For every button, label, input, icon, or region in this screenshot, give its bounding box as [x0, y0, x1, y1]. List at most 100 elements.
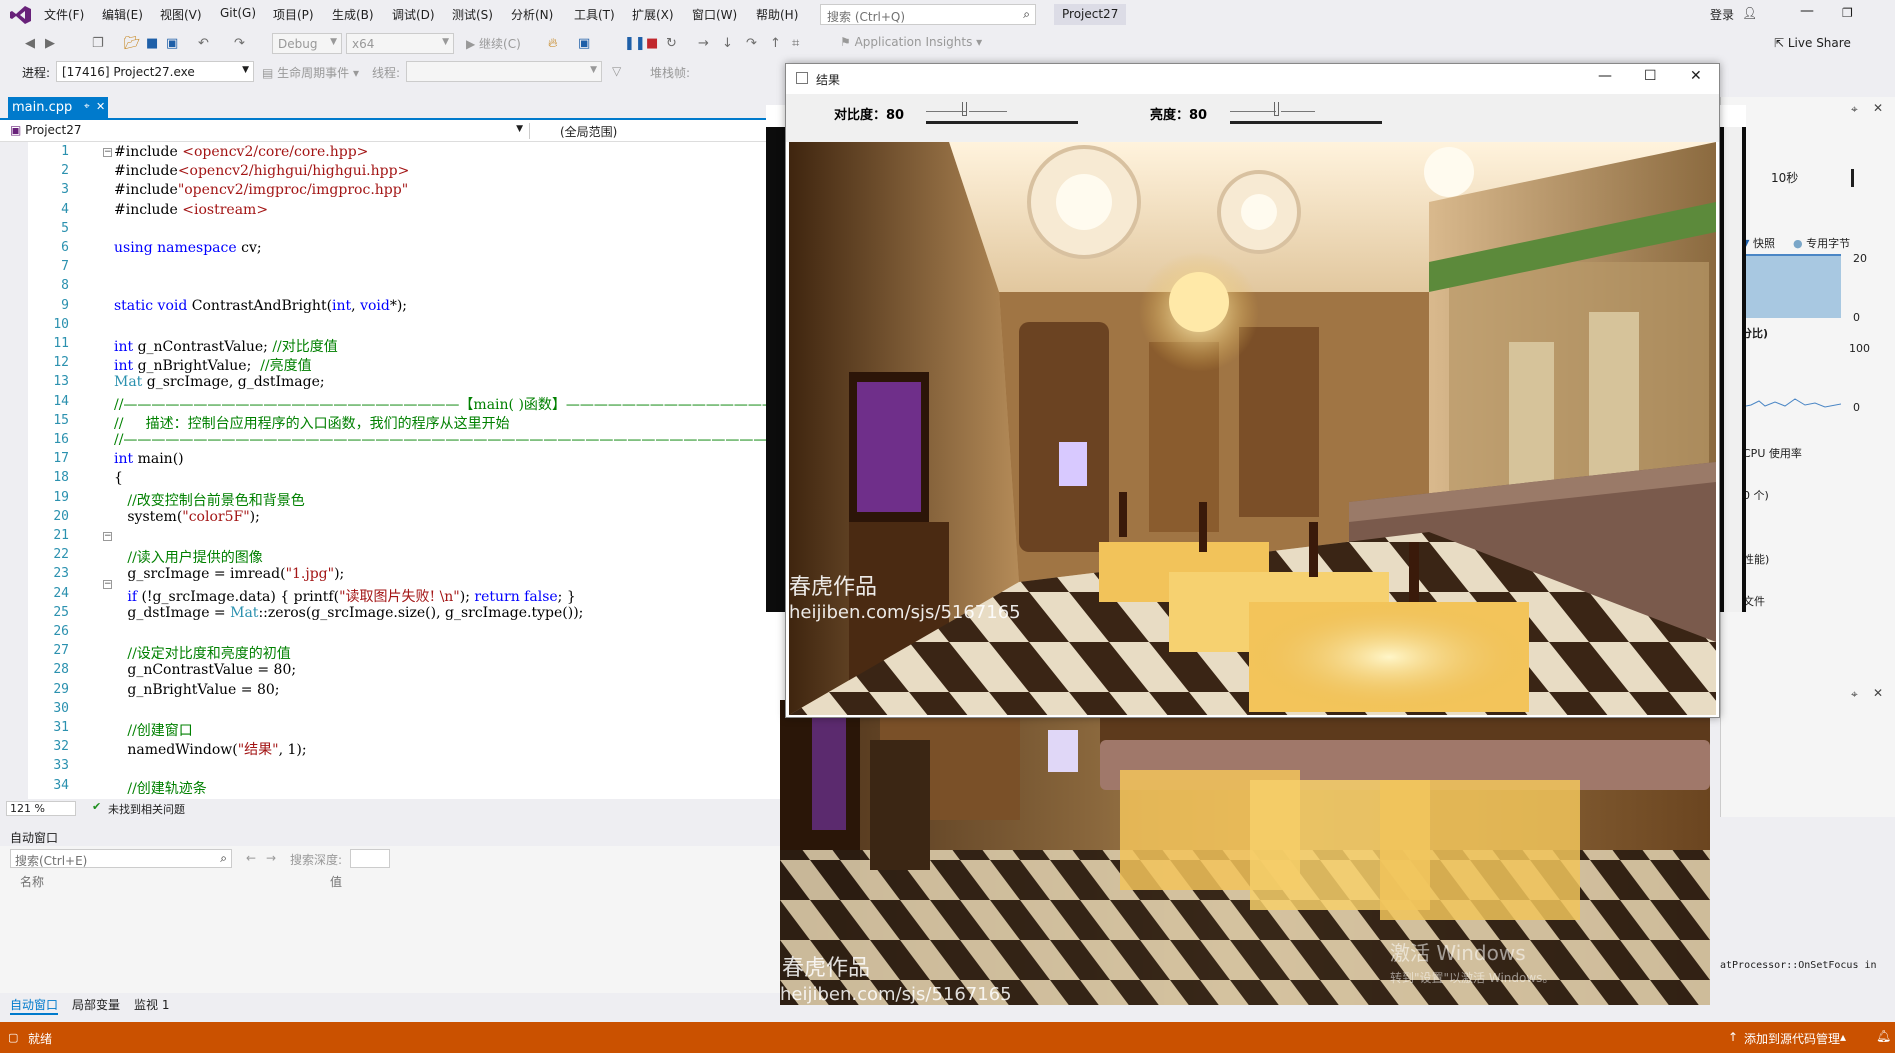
menu-git[interactable]: Git(G): [220, 6, 256, 20]
code-line[interactable]: g_dstImage = Mat::zeros(g_srcImage.size(…: [114, 605, 583, 621]
code-line[interactable]: // 描述：控制台应用程序的入口函数，我们的程序从这里开始: [114, 413, 510, 433]
account-icon[interactable]: 👤︎: [1742, 6, 1757, 20]
code-line[interactable]: //读入用户提供的图像: [114, 547, 262, 567]
zoom-combo[interactable]: 121 %: [6, 801, 76, 816]
show-next-statement-icon[interactable]: →: [698, 36, 709, 51]
save-all-icon[interactable]: ▣: [166, 36, 178, 51]
column-value[interactable]: 值: [330, 873, 342, 890]
chevron-up-icon[interactable]: ▴: [1840, 1030, 1846, 1044]
pin-icon[interactable]: ⌖: [84, 101, 90, 112]
menu-view[interactable]: 视图(V): [160, 6, 202, 23]
code-editor[interactable]: 1 2 3 4 5 6 7 8 9 10 11 12 13 14 15 16 17 18 19 20 21 22 23 24 2…: [0, 142, 790, 799]
code-line[interactable]: g_nBrightValue = 80;: [114, 682, 279, 698]
forward-icon[interactable]: →: [266, 851, 276, 865]
menu-test[interactable]: 测试(S): [452, 6, 493, 23]
fold-toggle[interactable]: −: [103, 532, 112, 541]
menu-analyze[interactable]: 分析(N): [511, 6, 553, 23]
code-line[interactable]: int g_nBrightValue; //亮度值: [114, 355, 312, 375]
pause-icon[interactable]: ❚❚: [624, 36, 646, 51]
maximize-icon[interactable]: ☐: [1644, 68, 1657, 84]
cpu-usage-tab[interactable]: CPU 使用率: [1743, 445, 1802, 461]
minimize-icon[interactable]: —: [1598, 68, 1612, 84]
fold-toggle[interactable]: −: [103, 148, 112, 157]
code-line[interactable]: //设定对比度和亮度的初值: [114, 643, 290, 663]
image-window-behind[interactable]: 春虎作品 heijiben.com/sjs/5167165 激活 Windows…: [780, 700, 1710, 1005]
menu-debug[interactable]: 调试(D): [392, 6, 435, 23]
code-line[interactable]: #include"opencv2/imgproc/imgproc.hpp": [114, 182, 408, 198]
code-line[interactable]: //————————————————————————【main( )函数】———…: [114, 394, 790, 414]
screenshot-icon[interactable]: ▣: [578, 36, 590, 51]
step-out-icon[interactable]: ↑: [770, 36, 781, 51]
code-line[interactable]: //创建轨迹条: [114, 778, 206, 798]
issues-label[interactable]: 未找到相关问题: [108, 801, 185, 817]
code-line[interactable]: g_nContrastValue = 80;: [114, 662, 296, 678]
code-line[interactable]: g_srcImage = imread("1.jpg");: [114, 566, 344, 582]
process-combo[interactable]: [17416] Project27.exe ▼: [56, 61, 254, 82]
step-into-icon[interactable]: ↓: [722, 36, 733, 51]
add-source-control-button[interactable]: 添加到源代码管理: [1744, 1030, 1840, 1047]
step-over-icon[interactable]: ↷: [746, 36, 757, 51]
menu-file[interactable]: 文件(F): [44, 6, 84, 23]
tab-main-cpp[interactable]: main.cpp ⌖ ✕: [8, 97, 108, 118]
platform-combo[interactable]: x64 ▼: [346, 33, 454, 54]
pin-icon[interactable]: ⌖: [1851, 102, 1858, 117]
depth-combo[interactable]: [350, 849, 390, 868]
project-dropdown[interactable]: ▣ Project27 ▼: [10, 123, 530, 139]
tab-autos[interactable]: 自动窗口: [10, 996, 59, 1015]
thread-combo[interactable]: ▼: [406, 61, 602, 82]
code-line[interactable]: //——————————————————————————————————————…: [114, 432, 790, 448]
menu-window[interactable]: 窗口(W): [692, 6, 737, 23]
code-line[interactable]: //改变控制台前景色和背景色: [114, 490, 304, 510]
breakpoint-gutter[interactable]: [0, 142, 28, 799]
contrast-slider-track[interactable]: [926, 111, 966, 112]
bright-slider-track[interactable]: [1230, 111, 1276, 112]
undo-icon[interactable]: ↶: [198, 36, 209, 51]
code-line[interactable]: Mat g_srcImage, g_dstImage;: [114, 374, 325, 390]
menu-tools[interactable]: 工具(T): [574, 6, 615, 23]
back-icon[interactable]: ◀: [25, 36, 35, 51]
tab-locals[interactable]: 局部变量: [72, 996, 120, 1013]
stop-icon[interactable]: ■: [646, 36, 658, 51]
contrast-slider-track-end[interactable]: [969, 111, 1007, 112]
code-line[interactable]: using namespace cv;: [114, 240, 262, 256]
result-window[interactable]: 结果 — ☐ ✕ 对比度：80 亮度：80 春虎作品 heijiben.com/…: [785, 63, 1720, 718]
menu-help[interactable]: 帮助(H): [756, 6, 798, 23]
menu-project[interactable]: 项目(P): [273, 6, 314, 23]
notification-icon[interactable]: 🔔︎: [1876, 1029, 1891, 1043]
forward-icon[interactable]: ▶: [45, 36, 55, 51]
code-line[interactable]: int main(): [114, 451, 184, 467]
code-line[interactable]: int g_nContrastValue; //对比度值: [114, 336, 338, 356]
tab-watch1[interactable]: 监视 1: [134, 996, 169, 1013]
live-share-button[interactable]: ⇱ Live Share: [1774, 36, 1851, 50]
code-line[interactable]: {: [114, 470, 123, 486]
close-icon[interactable]: ✕: [1873, 686, 1883, 700]
code-line[interactable]: system("color5F");: [114, 509, 260, 525]
save-icon[interactable]: ■: [146, 36, 158, 51]
menu-extensions[interactable]: 扩展(X): [632, 6, 674, 23]
bright-slider-track-end[interactable]: [1281, 111, 1315, 112]
code-line[interactable]: static void ContrastAndBright(int, void*…: [114, 298, 407, 314]
hex-display-icon[interactable]: ⌗: [792, 36, 799, 51]
restart-icon[interactable]: ↻: [666, 36, 677, 51]
hot-reload-icon[interactable]: 🔥︎: [548, 36, 558, 51]
open-folder-icon[interactable]: 📂︎: [124, 36, 141, 51]
new-project-icon[interactable]: ❐: [92, 36, 104, 51]
menu-build[interactable]: 生成(B): [332, 6, 374, 23]
app-insights-button[interactable]: ⚑ Application Insights ▾: [840, 35, 982, 49]
filter-icon[interactable]: ▽: [612, 64, 621, 78]
bright-slider-thumb[interactable]: [1274, 102, 1279, 116]
column-name[interactable]: 名称: [20, 873, 44, 890]
menu-edit[interactable]: 编辑(E): [102, 6, 143, 23]
code-line[interactable]: #include <iostream>: [114, 202, 268, 218]
console-scrollbar[interactable]: [1724, 127, 1742, 612]
result-image[interactable]: 春虎作品 heijiben.com/sjs/5167165: [789, 142, 1716, 715]
lifecycle-events-button[interactable]: ▤ 生命周期事件 ▾: [262, 64, 359, 81]
login-link[interactable]: 登录: [1710, 6, 1734, 23]
restore-icon[interactable]: ❐: [1842, 6, 1853, 20]
code-line[interactable]: namedWindow("结果", 1);: [114, 739, 306, 759]
code-line[interactable]: //创建窗口: [114, 720, 192, 740]
code-line[interactable]: #include<opencv2/highgui/highgui.hpp>: [114, 163, 409, 179]
close-icon[interactable]: ✕: [1873, 101, 1883, 115]
back-icon[interactable]: ←: [246, 851, 256, 865]
scope-dropdown[interactable]: (全局范围): [560, 123, 617, 140]
